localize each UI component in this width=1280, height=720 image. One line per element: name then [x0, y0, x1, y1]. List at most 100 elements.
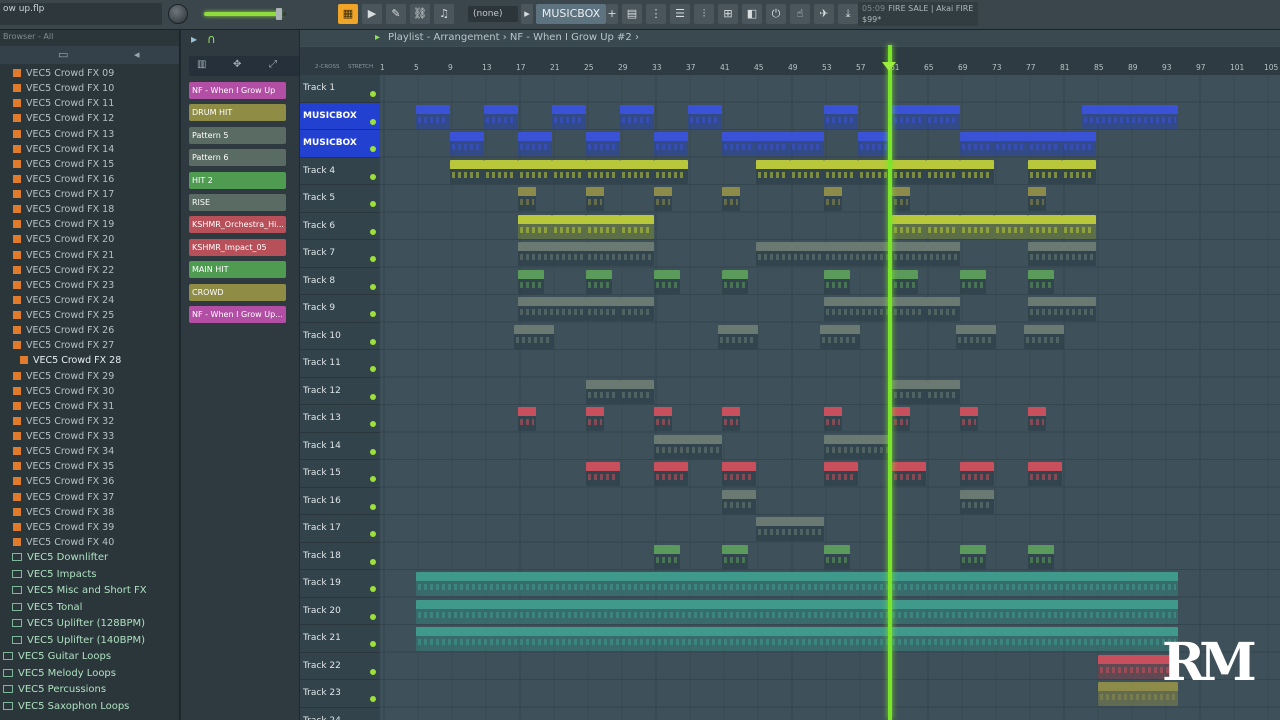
playlist-clip[interactable] [722, 187, 740, 211]
browser-folder-item[interactable]: VEC5 Downlifter [0, 550, 179, 567]
playlist-clip[interactable]: RISE [718, 324, 758, 349]
browser-root-folder[interactable]: VEC5 Percussions [0, 682, 179, 699]
playhead[interactable] [888, 45, 892, 720]
browser-folder-item[interactable]: VEC5 Impacts [0, 567, 179, 584]
browser-file-item[interactable]: VEC5 Crowd FX 22 [0, 263, 179, 278]
track-header[interactable]: Track 13 [300, 405, 380, 433]
playlist-clip[interactable] [960, 544, 986, 569]
browser-folder-item[interactable]: VEC5 Tonal [0, 600, 179, 617]
playlist-clip[interactable] [654, 407, 672, 431]
playlist-clip[interactable] [518, 407, 536, 431]
track-mute-led[interactable] [370, 366, 376, 372]
track-header[interactable]: Track 11 [300, 350, 380, 378]
browser-file-item[interactable]: VEC5 Crowd FX 38 [0, 505, 179, 520]
master-volume-thumb[interactable] [275, 8, 282, 20]
playlist-clip[interactable]: Pat..7 [722, 489, 756, 514]
track-header[interactable]: Track 23 [300, 680, 380, 708]
playlist-grid[interactable]: MU..OX MU..OX MU..X MU..X MU..OX MU..OX MU..OX… [380, 75, 1280, 720]
track-header[interactable]: Track 4 [300, 158, 380, 185]
track-mute-led[interactable] [370, 696, 376, 702]
playlist-clip[interactable]: EP..MS [756, 159, 790, 184]
playlist-clip[interactable] [518, 187, 536, 211]
prev-pattern-icon[interactable]: ▸ [521, 4, 533, 24]
playlist-clip[interactable]: Pattern 9 [824, 242, 892, 266]
playlist-clip[interactable]: EP..MS [1028, 159, 1062, 184]
track-mute-led[interactable] [370, 586, 376, 592]
browser-file-item[interactable]: VEC5 Crowd FX 18 [0, 202, 179, 217]
playlist-clip[interactable]: Pattern 16 [654, 434, 722, 459]
playlist-clip[interactable]: MU..OX [484, 104, 518, 129]
playlist-clip[interactable] [654, 187, 672, 211]
pattern-item[interactable]: RISE✚ [189, 194, 286, 211]
playlist-clip[interactable]: Pattern 12 [1028, 297, 1096, 321]
master-pitch-knob[interactable] [168, 4, 188, 24]
playlist-clip[interactable]: EP..MS [960, 159, 994, 184]
track-header[interactable]: Track 19 [300, 570, 380, 598]
playlist-icon[interactable]: ▤ [622, 4, 642, 24]
download-icon[interactable]: ⤓ [838, 4, 858, 24]
track-header[interactable]: Track 17 [300, 515, 380, 543]
track-mute-led[interactable] [370, 476, 376, 482]
track-mute-led[interactable] [370, 448, 376, 455]
track-header[interactable]: Track 12 [300, 378, 380, 405]
playlist-clip[interactable] [756, 517, 824, 541]
add-pattern-icon[interactable]: + [606, 4, 618, 24]
channel-rack-icon[interactable]: ☰ [670, 4, 690, 24]
playlist-clip[interactable]: EP..MS [620, 159, 654, 184]
browser-file-item[interactable]: VEC5 Crowd FX 09 [0, 66, 179, 81]
playlist-clip[interactable]: Pat..2 [620, 297, 654, 321]
track-mute-led[interactable] [370, 503, 376, 510]
playlist-clip[interactable]: PAD [620, 214, 654, 239]
hint-panel[interactable]: 05:09 FIRE SALE | Akai FIRE $99* [858, 2, 978, 26]
pattern-item[interactable]: Pattern 5✚ [189, 126, 286, 144]
picker-link-icon[interactable]: ⤢ [269, 59, 277, 70]
track-header[interactable]: Track 7 [300, 240, 380, 268]
arrow-right-icon[interactable]: ▸ [191, 32, 197, 46]
playlist-clip[interactable]: PAD [1028, 214, 1062, 239]
playlist-clip[interactable]: MU..#2 [994, 132, 1028, 156]
playlist-clip[interactable]: MU..OX [586, 132, 620, 156]
playlist-clip[interactable] [654, 269, 680, 294]
playlist-clip[interactable]: Pat..2 [926, 297, 960, 321]
pattern-song-toggle[interactable]: ▦ [338, 4, 358, 24]
playlist-clip[interactable]: MU..X [926, 104, 960, 129]
playlist-clip[interactable]: EP..MS [824, 159, 858, 184]
playlist-clip[interactable]: MU..X [620, 104, 654, 129]
playlist-clip[interactable]: MU..#2 [1062, 132, 1096, 156]
browser-file-item[interactable]: VEC5 Crowd FX 19 [0, 217, 179, 232]
browser-file-item[interactable]: VEC5 Crowd FX 36 [0, 474, 179, 489]
snap-select[interactable]: (none) [468, 6, 518, 22]
browser-file-item[interactable]: VEC5 Crowd FX 26 [0, 323, 179, 338]
playlist-clip[interactable]: MU..#2 [722, 132, 756, 156]
browser-file-item[interactable]: VEC5 Crowd FX 11 [0, 96, 179, 111]
playlist-clip[interactable] [960, 407, 978, 431]
playlist-clip[interactable]: K..05 [892, 462, 926, 486]
play-icon[interactable]: ▶ [362, 4, 382, 24]
playlist-clip[interactable]: Pat..5 [926, 379, 960, 404]
playlist-clip[interactable] [1028, 187, 1046, 211]
playlist-clip[interactable]: PAD [518, 214, 552, 239]
playlist-clip[interactable]: Pat..2 [892, 297, 926, 321]
browser-file-item[interactable]: VEC5 Crowd FX 28 [0, 353, 179, 368]
browser-folder-item[interactable]: VEC5 Misc and Short FX [0, 583, 179, 600]
browser-file-item[interactable]: VEC5 Crowd FX 10 [0, 81, 179, 96]
track-header[interactable]: Track 9 [300, 295, 380, 323]
playlist-clip[interactable]: Pattern 8 [1028, 242, 1096, 266]
track-mute-led[interactable] [370, 91, 376, 97]
playlist-clip[interactable]: MU..OX [654, 132, 688, 156]
playlist-clip[interactable]: Pat..5 [892, 379, 926, 404]
draw-tool-icon[interactable]: ✎ [386, 4, 406, 24]
playlist-clip[interactable]: MU..X [552, 104, 586, 129]
browser-file-item[interactable]: VEC5 Crowd FX 24 [0, 293, 179, 308]
browser-file-item[interactable]: VEC5 Crowd FX 27 [0, 338, 179, 353]
track-header[interactable]: Track 6 [300, 213, 380, 240]
track-mute-led[interactable] [370, 338, 376, 345]
track-mute-led[interactable] [370, 668, 376, 675]
pattern-item[interactable]: DRUM HIT✚ [189, 104, 286, 122]
playlist-clip[interactable] [892, 187, 910, 211]
pattern-item[interactable]: Pattern 6✚ [189, 149, 286, 167]
picker-mode-icon[interactable]: ▥ [197, 59, 206, 70]
playlist-clip[interactable]: MU..OX [416, 104, 450, 129]
track-mute-led[interactable] [370, 201, 376, 207]
browser-file-item[interactable]: VEC5 Crowd FX 15 [0, 157, 179, 172]
